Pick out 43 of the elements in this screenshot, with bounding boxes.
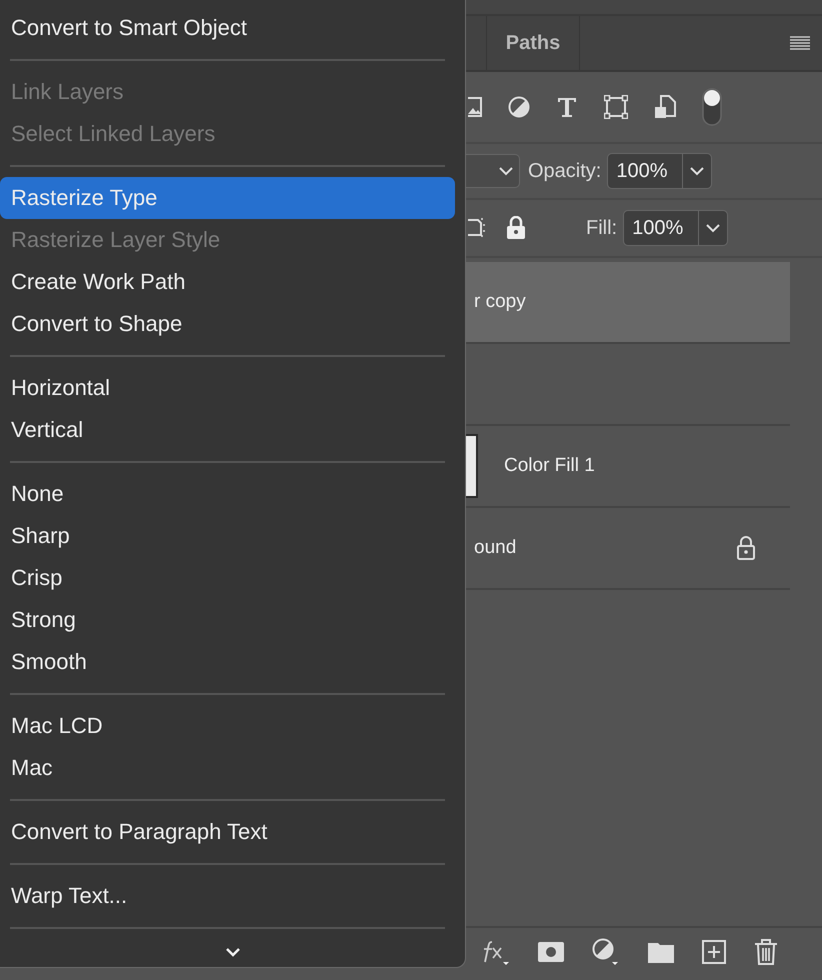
fill-field[interactable]: 100% — [623, 210, 728, 246]
type-icon[interactable] — [556, 96, 578, 118]
chevron-icon[interactable] — [499, 166, 513, 176]
opacity-field[interactable]: 100% — [607, 153, 712, 189]
layer-row[interactable]: r copy — [466, 262, 790, 344]
menu-item[interactable]: Create Work Path — [0, 261, 455, 303]
artboard-icon[interactable] — [468, 217, 486, 239]
opacity-label: Opacity: — [528, 160, 602, 182]
image-icon[interactable] — [468, 97, 482, 117]
effects-icon[interactable] — [482, 938, 510, 966]
half-circle-icon[interactable] — [592, 938, 620, 966]
lock-icon[interactable] — [506, 216, 526, 240]
menu-item[interactable]: Mac LCD — [0, 705, 455, 747]
lock-icon — [736, 536, 756, 560]
menu-item[interactable]: None — [0, 473, 455, 515]
menu-item[interactable]: Vertical — [0, 409, 455, 451]
document-icon[interactable] — [654, 95, 676, 119]
menu-icon[interactable] — [790, 36, 810, 50]
layer-name: Color Fill 1 — [503, 455, 595, 477]
menu-item[interactable]: Mac — [0, 747, 455, 789]
folder-icon[interactable] — [648, 941, 674, 963]
menu-item[interactable]: Crisp — [0, 557, 455, 599]
menu-item[interactable]: Convert to Paragraph Text — [0, 811, 455, 853]
mask-icon[interactable] — [538, 942, 564, 962]
layer-name: r copy — [473, 291, 526, 313]
fill-label: Fill: — [586, 216, 618, 240]
transform-icon[interactable] — [604, 95, 628, 119]
new-layer-icon[interactable] — [702, 940, 726, 964]
chevron-icon[interactable] — [706, 224, 720, 232]
menu-item[interactable]: Sharp — [0, 515, 455, 557]
menu-item[interactable]: Rasterize Type — [0, 177, 455, 219]
layer-name: ound — [473, 537, 516, 559]
menu-item[interactable]: Convert to Shape — [0, 303, 455, 345]
menu-item[interactable]: Warp Text... — [0, 875, 455, 917]
trash-icon[interactable] — [754, 939, 778, 965]
half-circle-icon[interactable] — [508, 96, 530, 118]
scroll-down-icon[interactable] — [224, 947, 240, 957]
menu-item[interactable]: Horizontal — [0, 367, 455, 409]
menu-item[interactable]: Convert to Smart Object — [0, 7, 455, 49]
toggle-switch[interactable] — [702, 88, 722, 126]
menu-item[interactable]: Strong — [0, 599, 455, 641]
menu-item[interactable]: Smooth — [0, 641, 455, 683]
chevron-icon[interactable] — [690, 166, 704, 176]
